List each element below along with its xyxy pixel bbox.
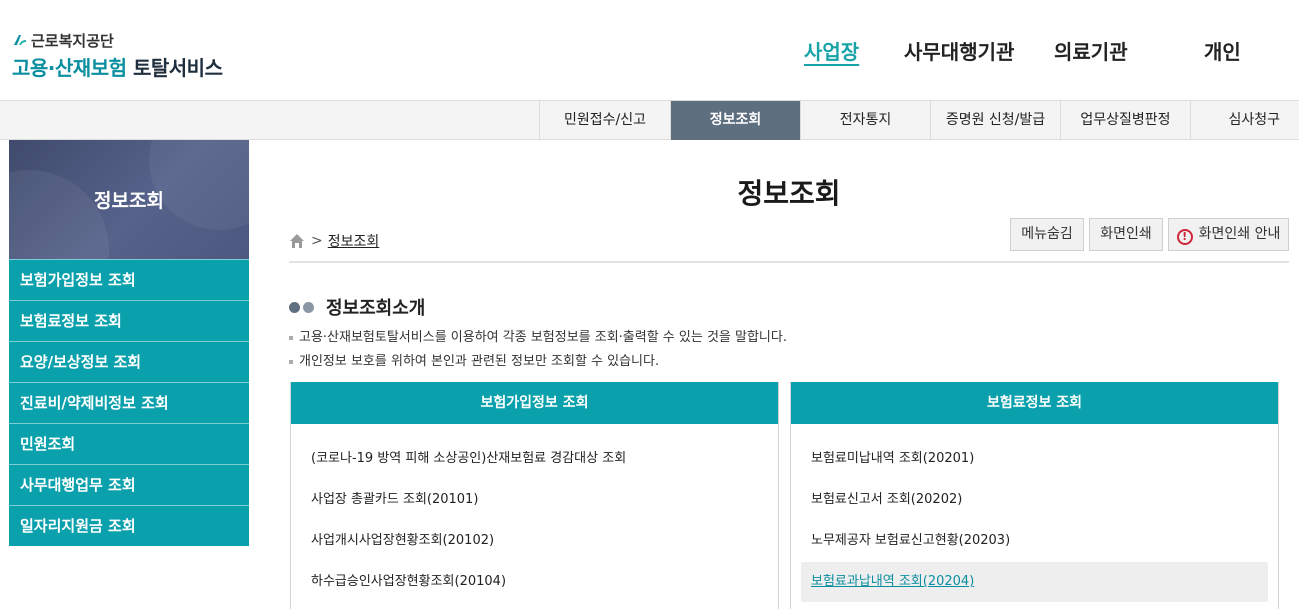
- list-item[interactable]: 노무제공자 보험료신고현황(20203): [801, 521, 1268, 561]
- print-button[interactable]: 화면인쇄: [1089, 218, 1163, 251]
- sub-nav: 민원접수/신고 정보조회 전자통지 증명원 신청/발급 업무상질병판정 심사청구: [0, 100, 1299, 140]
- home-icon[interactable]: [289, 233, 305, 249]
- page-title: 정보조회: [737, 177, 841, 210]
- sidebar-item-insurance-enrollment[interactable]: 보험가입정보 조회: [9, 259, 249, 300]
- sidebar-item-civil-inquiry[interactable]: 민원조회: [9, 423, 249, 464]
- alert-icon: !: [1176, 229, 1193, 245]
- intro-line: 개인정보 보호를 위하여 본인과 관련된 정보만 조회할 수 있습니다.: [289, 350, 659, 369]
- list-item[interactable]: 하수급승인사업장현황조회(20104): [301, 562, 768, 602]
- sidebar-item-premium[interactable]: 보험료정보 조회: [9, 300, 249, 341]
- top-nav-workplace[interactable]: 사업장: [804, 36, 859, 65]
- sidebar-item-medical-fees[interactable]: 진료비/약제비정보 조회: [9, 382, 249, 423]
- section-title-text: 정보조회소개: [326, 298, 426, 319]
- sidebar-item-job-subsidy[interactable]: 일자리지원금 조회: [9, 505, 249, 546]
- list-item[interactable]: 보험료미납내역 조회(20201): [801, 439, 1268, 479]
- print-guide-button[interactable]: ! 화면인쇄 안내: [1168, 218, 1289, 251]
- intro-line: 고용·산재보험토탈서비스를 이용하여 각종 보험정보를 조회·출력할 수 있는 …: [289, 326, 787, 345]
- breadcrumb: > 정보조회: [289, 231, 379, 251]
- top-nav-individual[interactable]: 개인: [1204, 36, 1241, 65]
- tab-civil-petition[interactable]: 민원접수/신고: [539, 101, 670, 140]
- panel-insurance-enrollment: 보험가입정보 조회 (코로나-19 방역 피해 소상공인)산재보험료 경감대상 …: [290, 382, 779, 609]
- list-item[interactable]: 보험료신고서 조회(20202): [801, 480, 1268, 520]
- sidebar-item-agency-work[interactable]: 사무대행업무 조회: [9, 464, 249, 505]
- hide-menu-button[interactable]: 메뉴숨김: [1010, 218, 1084, 251]
- tab-review-request[interactable]: 심사청구: [1190, 101, 1299, 140]
- list-item[interactable]: 보험료과납내역 조회(20204): [801, 562, 1268, 602]
- list-item[interactable]: 사업개시사업장현황조회(20102): [301, 521, 768, 561]
- print-guide-label: 화면인쇄 안내: [1198, 226, 1281, 242]
- tab-info-inquiry[interactable]: 정보조회: [670, 101, 800, 140]
- breadcrumb-current[interactable]: 정보조회: [328, 231, 380, 251]
- chevron-right-icon: >: [311, 233, 323, 249]
- divider: [289, 261, 1289, 263]
- bullet-dots-icon: [289, 301, 317, 313]
- list-item[interactable]: 사업장 총괄카드 조회(20101): [301, 480, 768, 520]
- sidebar-title: 정보조회: [94, 190, 164, 212]
- tab-certificate[interactable]: 증명원 신청/발급: [930, 101, 1060, 140]
- list-item[interactable]: (코로나-19 방역 피해 소상공인)산재보험료 경감대상 조회: [301, 439, 768, 479]
- top-nav-medical[interactable]: 의료기관: [1054, 36, 1128, 65]
- sidebar: 정보조회 보험가입정보 조회 보험료정보 조회 요양/보상정보 조회 진료비/약…: [9, 140, 249, 546]
- top-nav-agency[interactable]: 사무대행기관: [904, 36, 1014, 65]
- tab-occupational-disease[interactable]: 업무상질병판정: [1060, 101, 1190, 140]
- top-nav: 사업장 사무대행기관 의료기관 개인: [0, 36, 1299, 66]
- section-title: 정보조회소개: [289, 294, 425, 320]
- site-header: 근로복지공단 고용·산재보험 토탈서비스 사업장 사무대행기관 의료기관 개인: [0, 0, 1299, 100]
- panel-title: 보험료정보 조회: [791, 382, 1278, 424]
- sidebar-item-medical-compensation[interactable]: 요양/보상정보 조회: [9, 341, 249, 382]
- tab-e-notice[interactable]: 전자통지: [800, 101, 930, 140]
- panel-title: 보험가입정보 조회: [291, 382, 778, 424]
- panel-premium: 보험료정보 조회 보험료미납내역 조회(20201) 보험료신고서 조회(202…: [790, 382, 1279, 609]
- sidebar-header: 정보조회: [9, 140, 249, 259]
